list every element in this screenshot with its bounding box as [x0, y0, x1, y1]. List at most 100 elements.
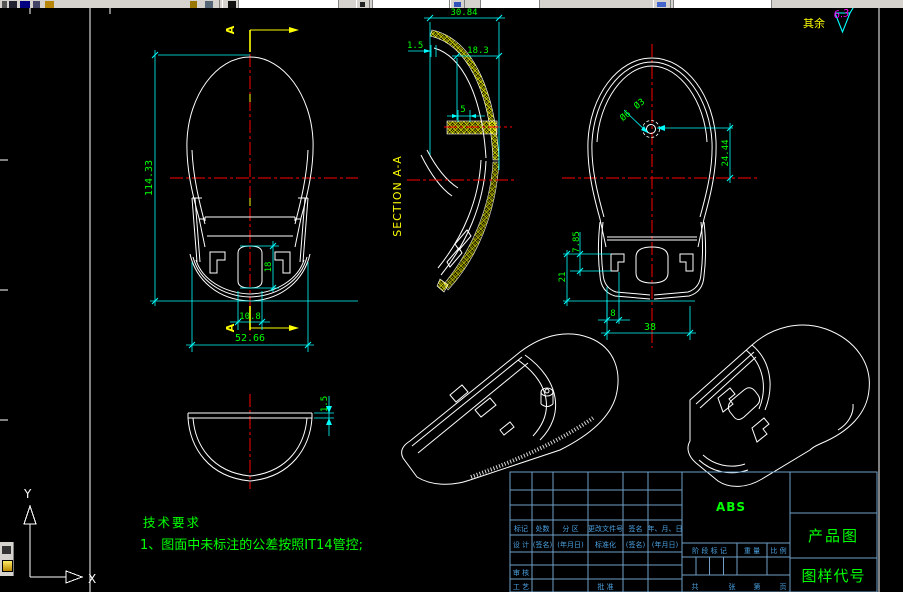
ribbed-edge[interactable] — [470, 416, 595, 479]
button-cutout-right[interactable] — [679, 253, 694, 272]
shell-outline[interactable] — [687, 324, 870, 487]
roughness-value[interactable]: 6.3 — [833, 8, 850, 21]
dim-inner-depth[interactable]: 18.3 — [467, 46, 489, 56]
tail-detail[interactable] — [837, 403, 854, 431]
linetype-combobox[interactable] — [480, 0, 540, 8]
top-toolbar — [0, 0, 903, 8]
button-cutout-left[interactable] — [610, 253, 625, 272]
ucs-x-label: X — [88, 572, 96, 586]
dim-hole-offset[interactable]: 24.44 — [721, 139, 731, 166]
color-button[interactable] — [356, 0, 370, 8]
section-left-arcs[interactable] — [420, 149, 459, 197]
toolbar-color-icon[interactable] — [20, 1, 30, 8]
button-cutout-right[interactable] — [274, 251, 291, 274]
plate-rim-bottom[interactable] — [698, 454, 749, 474]
view-isometric-outside[interactable] — [687, 324, 870, 487]
view-top[interactable]: A A 114.33 52.66 18 10.8 — [144, 25, 358, 352]
toolbar-icon-2[interactable] — [9, 1, 17, 8]
technical-requirements[interactable]: 技术要求 1、图面中未标注的公差按照IT14管控; — [140, 515, 363, 553]
fold-lines[interactable] — [745, 344, 771, 411]
view-section[interactable]: SECTION A-A 30.84 1.5 18.3 5 — [391, 8, 516, 293]
boss-hole[interactable] — [544, 388, 550, 394]
dim-rim-arrow-bottom — [326, 418, 332, 425]
hole-circle-inner[interactable] — [646, 124, 656, 134]
tb-review-label: 审 核 — [513, 568, 529, 577]
tb-design-date: (年月日) — [557, 540, 584, 549]
dim-rim-thickness[interactable]: 1.5 — [320, 396, 330, 412]
tb-product-name: 产品图 — [808, 527, 859, 545]
surface-roughness-note[interactable]: 其余 6.3 — [803, 8, 856, 34]
frame-centering-marks-left — [0, 159, 8, 421]
toolbar-icon-4[interactable] — [45, 1, 54, 8]
dim-hole-d2[interactable]: Ø6 — [618, 108, 633, 123]
dim-boss-width[interactable]: 5 — [460, 105, 465, 115]
color-combobox[interactable] — [372, 0, 450, 8]
toolbar-icon-6[interactable] — [205, 1, 213, 8]
layer-combobox[interactable] — [238, 0, 339, 8]
dim-hole-d1[interactable]: Ø3 — [632, 96, 647, 111]
tech-req-item-1[interactable]: 1、图面中未标注的公差按照IT14管控; — [140, 537, 363, 553]
dim-boss-arrow-r — [470, 114, 476, 118]
surface-note-text[interactable]: 其余 — [803, 16, 825, 30]
dim-tab-height[interactable]: 7.85 — [572, 231, 582, 253]
toolbar-icon-3[interactable] — [33, 1, 40, 8]
linetype-button[interactable] — [450, 0, 465, 8]
title-block-middle-grid — [682, 472, 791, 592]
view-isometric-inside[interactable] — [401, 333, 619, 485]
button-cutout-left[interactable] — [209, 251, 226, 274]
tb-design-sign: (签名) — [533, 540, 553, 549]
lineweight-button[interactable] — [653, 0, 671, 8]
view-front[interactable]: 1.5 — [187, 394, 334, 489]
section-arrow-top-head — [289, 27, 299, 33]
tb-material: ABS — [716, 500, 746, 514]
dim-overall-height[interactable]: 114.33 — [144, 160, 155, 196]
shell-outline-right[interactable] — [651, 57, 717, 248]
tb-approve-label: 批 准 — [597, 582, 613, 591]
dim-depth[interactable]: 30.84 — [450, 8, 477, 18]
tb-standard-label: 标准化 — [595, 540, 616, 549]
toolbar-separator — [219, 0, 223, 8]
tb-docno-label: 更改文件号 — [588, 524, 623, 533]
tb-design-label: 设 计 — [513, 540, 529, 549]
dim-slot-width[interactable]: 10.8 — [239, 312, 261, 322]
tb-standard-sign: (签名) — [626, 540, 646, 549]
section-inner-arc[interactable] — [433, 47, 487, 159]
toolbar-icon-5[interactable] — [190, 1, 197, 8]
section-label-top[interactable]: A — [224, 25, 237, 34]
drawing-frame — [0, 8, 880, 592]
tb-weight-label: 重 量 — [744, 547, 760, 555]
toolbar-icon-1[interactable] — [2, 1, 7, 8]
ucs-y-arrowhead — [23, 504, 37, 525]
tb-count-label: 处数 — [536, 524, 550, 533]
plate-rim-left[interactable] — [695, 351, 757, 409]
dim-flat-width[interactable]: 38 — [644, 322, 656, 333]
dim-overall-width[interactable]: 52.66 — [235, 333, 265, 344]
color-swatch[interactable] — [2, 560, 13, 572]
plate-rim-lines[interactable] — [411, 356, 529, 454]
boss-body[interactable] — [540, 392, 554, 407]
drawing-canvas[interactable]: 其余 6.3 A A 114.33 52.66 18 10.8 SECTION … — [0, 8, 903, 592]
lineweight-combobox[interactable] — [673, 0, 772, 8]
tool-icon[interactable] — [2, 546, 11, 554]
fold-lines[interactable] — [517, 354, 556, 441]
tb-process-label: 工 艺 — [513, 583, 529, 591]
cad-application-window: { "annotations": { "surface_prefix": "其余… — [0, 0, 903, 592]
shell-outline-left[interactable] — [587, 57, 653, 248]
docked-toolbar-fragment — [0, 542, 14, 576]
shell-outline[interactable] — [401, 333, 619, 485]
button-cutout-2[interactable] — [751, 417, 770, 443]
dim-side-height[interactable]: 21 — [558, 272, 568, 283]
dim-slot-height[interactable]: 18 — [264, 262, 274, 273]
section-arrow-bottom-head — [289, 325, 299, 331]
cutouts[interactable] — [449, 384, 515, 436]
view-bottom[interactable]: Ø3 Ø6 24.44 7.85 21 8 38 — [558, 44, 760, 348]
dim-offset-arrow — [657, 125, 665, 131]
section-title[interactable]: SECTION A-A — [391, 155, 404, 237]
frame-centering-marks-top — [29, 8, 111, 14]
tb-sheet-page-label: 页 — [780, 583, 787, 591]
tb-scale-label: 比 例 — [770, 546, 786, 555]
tech-req-title[interactable]: 技术要求 — [143, 515, 201, 530]
layers-icon[interactable] — [228, 1, 236, 8]
dim-wall-thickness[interactable]: 1.5 — [407, 41, 423, 51]
dim-edge-gap[interactable]: 8 — [610, 309, 615, 319]
